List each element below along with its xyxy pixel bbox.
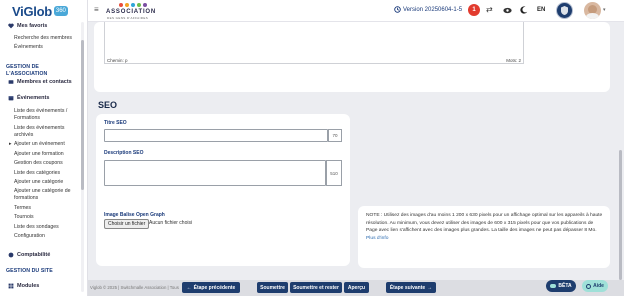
events-item-surveys[interactable]: Liste des sondages [14, 224, 80, 231]
events-item-add-category[interactable]: Ajouter une catégorie [14, 179, 80, 186]
note-card: NOTE : Utilisez des images d'au moins 1 … [358, 206, 610, 268]
events-item-categories[interactable]: Liste des catégories [14, 170, 80, 177]
favorites-item-events[interactable]: Événements [14, 44, 80, 51]
events-item-list[interactable]: Liste des événements / Formations [14, 108, 80, 121]
accounting-label: Comptabilité [17, 252, 51, 258]
footer-bar: Viglob © 2025 | Switchmalle Association … [88, 280, 624, 296]
events-item-add-formation-category[interactable]: Ajouter une catégorie de formations [14, 188, 80, 201]
file-status: Aucun fichier choisi [149, 220, 193, 226]
section-association: GESTION DE L'ASSOCIATION [6, 64, 48, 77]
choose-file-button[interactable]: Choisir un fichier [104, 219, 150, 229]
dots-logo-icon [119, 3, 147, 7]
previous-step-button[interactable]: ← Étape précédente [182, 282, 240, 293]
seo-heading: SEO [98, 100, 118, 110]
assoc-name: ASSOCIATION [106, 9, 157, 15]
events-label: Événements [17, 95, 50, 101]
accounting-icon [8, 252, 14, 258]
caret-right-icon: ▸ [9, 141, 12, 147]
events-item-coupons[interactable]: Gestion des coupons [14, 160, 80, 167]
sidebar-item-accounting[interactable]: Comptabilité [8, 252, 74, 259]
swap-icon[interactable]: ⇄ [486, 5, 493, 14]
beta-label: BÊTA [558, 283, 572, 289]
seo-title-counter: 70 [328, 129, 342, 142]
toggle-icon [550, 284, 557, 288]
submit-button[interactable]: Soumettre [257, 282, 288, 293]
eye-icon[interactable] [503, 7, 512, 14]
association-logo: ASSOCIATION DES GENS D'AFFAIRES [104, 2, 164, 20]
seo-description-label: Description SEO [104, 150, 144, 156]
heart-icon [8, 23, 14, 29]
notification-count: 1 [472, 7, 476, 13]
sidebar-item-events[interactable]: Événements [8, 95, 74, 102]
seo-description-textarea[interactable] [104, 160, 326, 186]
events-item-terms[interactable]: Termes [14, 205, 80, 212]
arrow-right-icon: → [427, 284, 433, 291]
description-card: Chemin: p Mots: 2 [94, 22, 610, 92]
help-icon [586, 283, 592, 289]
editor-word-count: Mots: 2 [506, 58, 521, 63]
main-content: Chemin: p Mots: 2 SEO Titre SEO 70 Descr… [88, 22, 624, 280]
user-avatar[interactable] [584, 2, 601, 19]
events-item-add-formation[interactable]: Ajouter une formation [14, 151, 80, 158]
logo-badge: 360 [53, 6, 68, 16]
beta-toggle[interactable]: BÊTA [546, 280, 576, 292]
hamburger-menu-icon[interactable]: ≡ [94, 6, 99, 14]
favorites-item-members[interactable]: Recherche des membres [14, 35, 80, 42]
members-icon [8, 80, 14, 85]
footer-copyright: Viglob © 2025 | Switchmalle Association … [90, 285, 179, 290]
sidebar-item-modules[interactable]: Modules [8, 283, 74, 290]
next-step-button[interactable]: Étape suivante → [386, 282, 436, 293]
events-item-add-event[interactable]: ▸ Ajouter un événement [9, 141, 80, 148]
assoc-sub: DES GENS D'AFFAIRES [107, 16, 149, 20]
logo-text: ViGlob [12, 3, 52, 19]
help-button[interactable]: Aide [582, 280, 608, 292]
history-icon [394, 6, 401, 13]
next-step-label: Étape suivante [389, 284, 426, 291]
seo-title-label: Titre SEO [104, 120, 127, 126]
sidebar: ViGlob 360 Mes favoris Recherche des mem… [0, 0, 88, 296]
chevron-down-icon[interactable]: ▾ [603, 7, 606, 13]
seo-title-input[interactable] [104, 129, 328, 142]
page-scrollbar[interactable] [619, 150, 622, 280]
events-item-archived[interactable]: Liste des événements archivés [14, 125, 80, 138]
modules-icon [8, 283, 14, 289]
shield-icon [561, 6, 568, 15]
organization-logo[interactable] [556, 2, 573, 19]
moon-icon[interactable] [520, 6, 528, 14]
top-bar: ≡ ASSOCIATION DES GENS D'AFFAIRES Versio… [88, 0, 624, 22]
sidebar-favorites[interactable]: Mes favoris [8, 23, 74, 30]
arrow-left-icon: ← [186, 284, 192, 291]
preview-button[interactable]: Aperçu [344, 282, 369, 293]
sidebar-item-members[interactable]: Membres et contacts [8, 79, 74, 86]
add-event-label: Ajouter un événement [14, 141, 65, 147]
editor-path: Chemin: p [107, 58, 128, 63]
sidebar-scrollbar[interactable] [81, 40, 84, 190]
events-item-configuration[interactable]: Configuration [14, 233, 80, 240]
note-text: NOTE : Utilisez des images d'au moins 1 … [366, 213, 603, 234]
section-site: GESTION DU SITE [6, 268, 53, 274]
notification-bell-icon[interactable]: 1 [468, 4, 480, 16]
submit-and-stay-button[interactable]: Soumettre et rester [290, 282, 342, 293]
members-label: Membres et contacts [17, 79, 72, 85]
seo-card: Titre SEO 70 Description SEO 510 [96, 114, 350, 218]
version-text: Version 20250604-1-5 [403, 6, 463, 13]
help-label: Aide [593, 283, 604, 289]
og-image-card: Image Balise Open Graph [96, 206, 350, 266]
og-image-note: NOTE : Utilisez des images d'au moins 1 … [366, 212, 606, 242]
favorites-label: Mes favoris [17, 23, 48, 29]
calendar-icon [8, 96, 14, 101]
previous-step-label: Étape précédente [193, 284, 236, 291]
editor-statusbar: Chemin: p Mots: 2 [104, 58, 524, 64]
events-item-tournaments[interactable]: Tournois [14, 214, 80, 221]
version-indicator[interactable]: Version 20250604-1-5 [394, 6, 462, 13]
modules-label: Modules [17, 283, 40, 289]
app-logo[interactable]: ViGlob 360 [12, 3, 68, 19]
language-toggle[interactable]: EN [537, 7, 545, 13]
og-image-label: Image Balise Open Graph [104, 212, 165, 218]
seo-description-counter: 510 [326, 160, 342, 186]
more-info-link[interactable]: Plus d'info [366, 236, 388, 241]
